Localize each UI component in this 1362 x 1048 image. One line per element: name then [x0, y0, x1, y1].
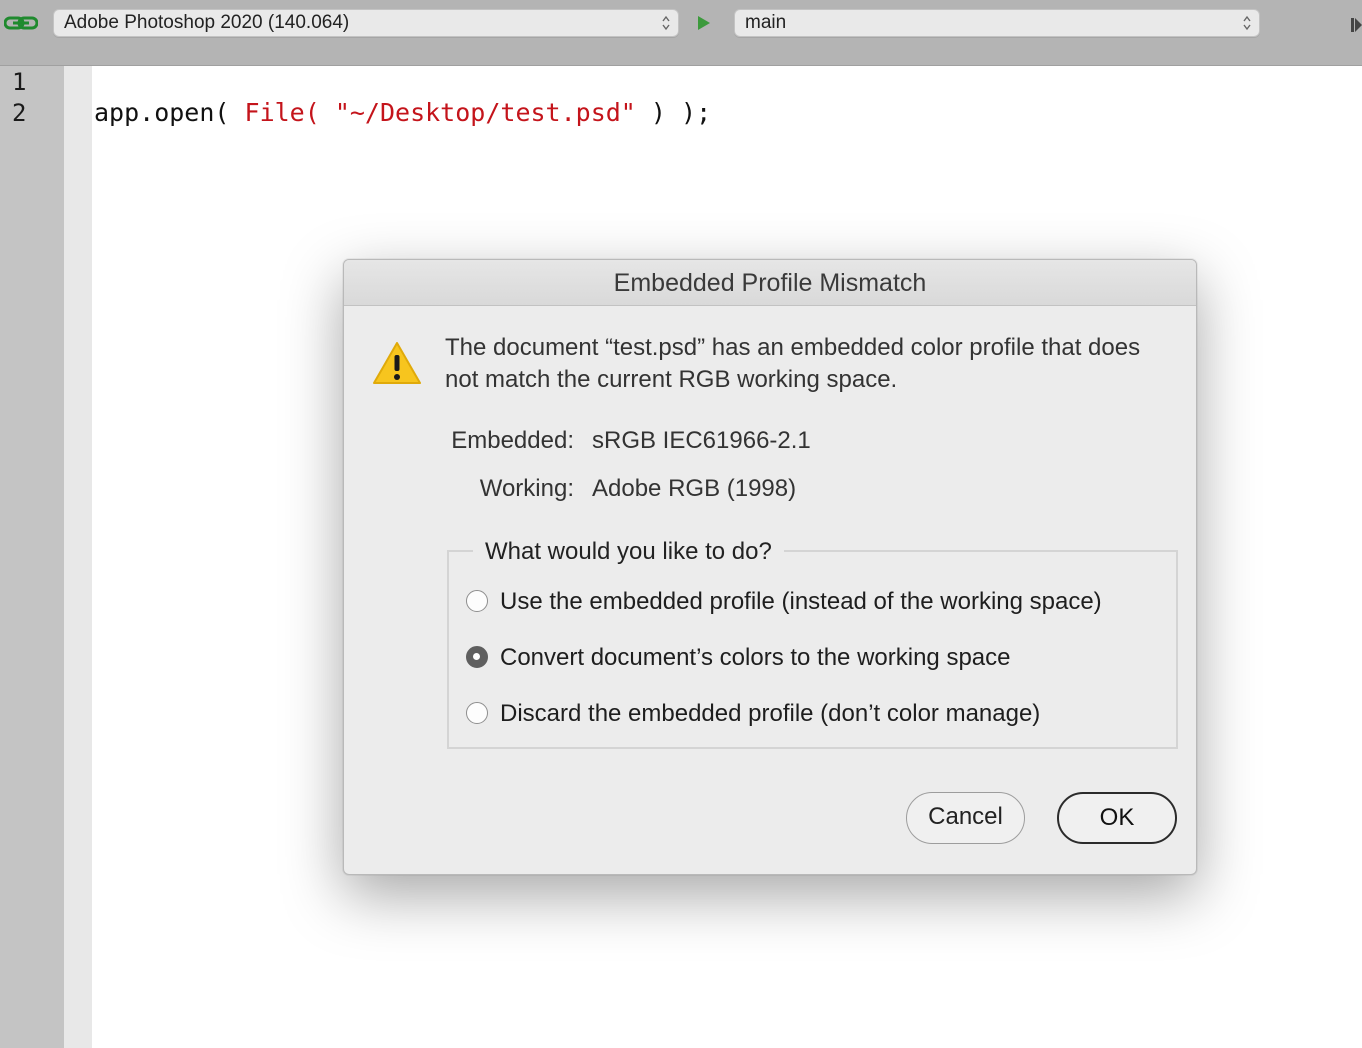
embedded-value: sRGB IEC61966-2.1 [592, 427, 811, 454]
options-group-title: What would you like to do? [473, 536, 784, 568]
embedded-label: Embedded: [451, 427, 574, 454]
radio-button[interactable] [466, 702, 488, 724]
function-select[interactable]: main [734, 9, 1260, 37]
profile-mismatch-dialog: Embedded Profile Mismatch The document “… [343, 259, 1197, 875]
code-token: ) ); [635, 98, 712, 127]
toolbar: Adobe Photoshop 2020 (140.064) main [0, 0, 1362, 66]
code-line-2[interactable]: app.open( File( "~/Desktop/test.psd" ) )… [94, 97, 711, 129]
step-icon[interactable] [1350, 14, 1362, 36]
line-number-2: 2 [12, 99, 27, 127]
chain-link-icon[interactable] [4, 15, 38, 31]
radio-button[interactable] [466, 590, 488, 612]
working-label: Working: [479, 475, 574, 502]
option-label: Discard the embedded profile (don’t colo… [500, 700, 1041, 727]
code-token: app.open( [94, 98, 245, 127]
dialog-title: Embedded Profile Mismatch [344, 260, 1196, 306]
option-label: Convert document’s colors to the working… [500, 644, 1011, 671]
play-icon[interactable] [696, 14, 712, 32]
function-label: main [745, 12, 787, 33]
target-app-select[interactable]: Adobe Photoshop 2020 (140.064) [53, 9, 679, 37]
fold-column [64, 66, 92, 1048]
working-value: Adobe RGB (1998) [592, 475, 797, 502]
cancel-button[interactable]: Cancel [906, 792, 1025, 844]
warning-icon [373, 342, 421, 384]
dialog-message: The document “test.psd” has an embedded … [445, 334, 1141, 393]
line-number-1: 1 [12, 68, 27, 96]
chevron-updown-icon [662, 15, 670, 31]
code-token-class: File( [244, 98, 335, 127]
option-label: Use the embedded profile (instead of the… [500, 588, 1102, 615]
target-app-label: Adobe Photoshop 2020 (140.064) [64, 12, 350, 33]
radio-button-selected[interactable] [466, 646, 488, 668]
code-token-string: "~/Desktop/test.psd" [334, 98, 636, 127]
line-number-gutter: 1 2 [0, 66, 64, 1048]
ok-button[interactable]: OK [1057, 792, 1177, 844]
chevron-updown-icon [1243, 15, 1251, 31]
